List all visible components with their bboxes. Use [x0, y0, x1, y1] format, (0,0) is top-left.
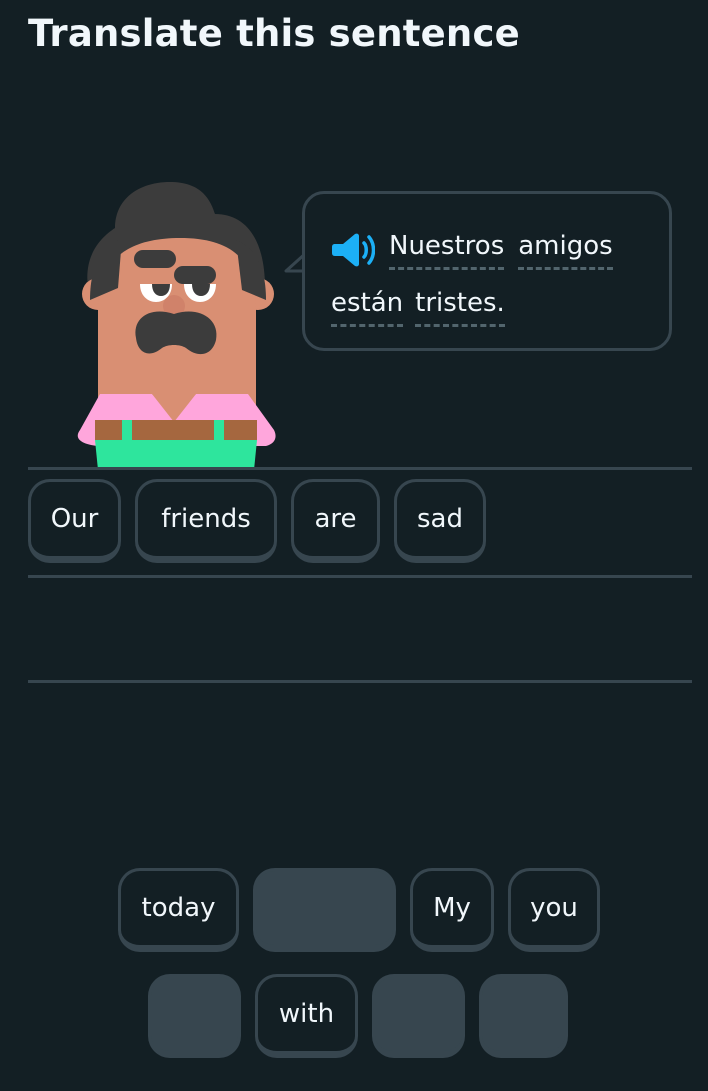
answer-word-chip[interactable]: friends: [135, 479, 277, 563]
word-bank-chip[interactable]: My: [410, 868, 494, 952]
answer-divider-top: [28, 467, 692, 470]
hint-word[interactable]: están: [331, 288, 404, 327]
answer-divider-middle: [28, 575, 692, 578]
answer-word-chip[interactable]: are: [291, 479, 380, 563]
answer-divider-bottom: [28, 680, 692, 683]
word-bank-chip-placeholder: [148, 974, 241, 1058]
prompt-line-2: están tristes.: [331, 288, 505, 327]
speech-bubble: Nuestros amigos están tristes.: [302, 191, 672, 351]
word-bank-chip[interactable]: with: [255, 974, 358, 1058]
prompt-line-1: Nuestros amigos: [331, 228, 613, 272]
speaker-icon[interactable]: [331, 228, 375, 272]
hint-word[interactable]: tristes.: [415, 288, 505, 327]
answer-word-chip[interactable]: Our: [28, 479, 121, 563]
character-illustration: [77, 182, 276, 470]
belt: [95, 420, 257, 440]
word-bank-chip[interactable]: today: [118, 868, 239, 952]
hint-word[interactable]: Nuestros: [389, 231, 505, 270]
word-bank-row: today My you: [118, 868, 600, 952]
hint-word[interactable]: amigos: [518, 231, 613, 270]
answer-word-chip[interactable]: sad: [394, 479, 486, 563]
left-eyebrow: [134, 250, 176, 268]
word-bank-chip[interactable]: you: [508, 868, 600, 952]
pants: [95, 440, 257, 470]
answer-area: Our friends are sad: [28, 479, 486, 563]
page-title: Translate this sentence: [28, 12, 520, 55]
word-bank-chip-placeholder: [479, 974, 568, 1058]
word-bank-chip-placeholder: [253, 868, 396, 952]
word-bank-row: with: [148, 974, 568, 1058]
word-bank-chip-placeholder: [372, 974, 465, 1058]
right-eyebrow: [174, 266, 216, 284]
